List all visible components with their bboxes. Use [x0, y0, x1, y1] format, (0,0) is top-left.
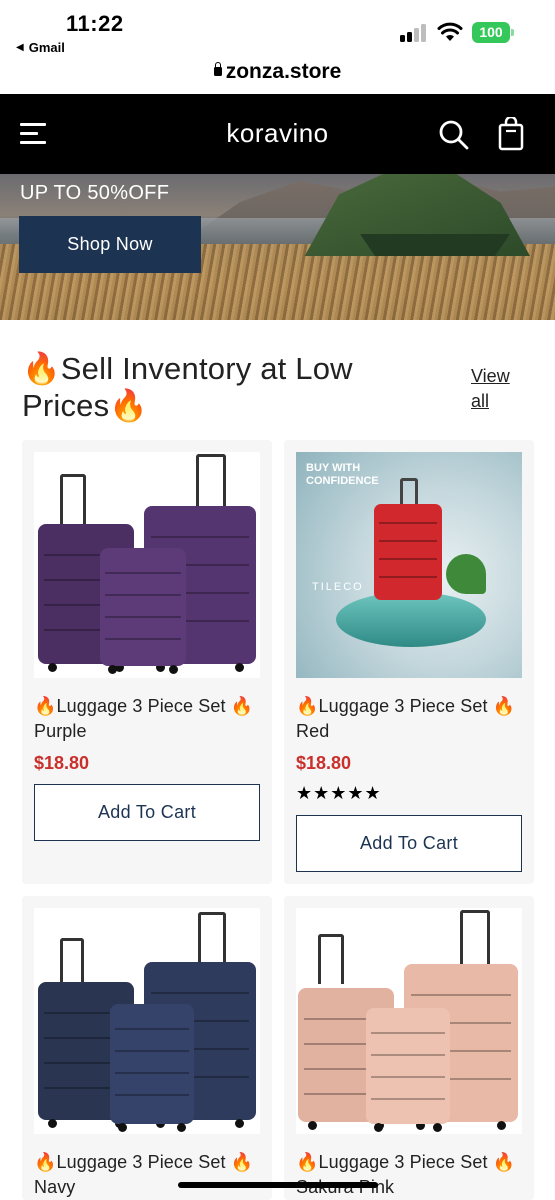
hero-headline: UP TO 50%OFF: [20, 182, 170, 204]
product-price: $18.80: [296, 753, 352, 773]
product-card[interactable]: 🔥Luggage 3 Piece Set 🔥Sakura Pink: [284, 896, 534, 1200]
store-header: koravino: [0, 94, 555, 174]
cellular-signal-icon: [400, 24, 428, 42]
menu-button[interactable]: [20, 121, 48, 147]
ad-brand: TILECO: [312, 581, 364, 593]
back-app-label: Gmail: [28, 40, 65, 55]
product-image[interactable]: [34, 452, 260, 678]
product-image[interactable]: [296, 908, 522, 1134]
status-bar: 11:22 ◀ Gmail 100: [0, 0, 555, 58]
add-to-cart-button[interactable]: Add To Cart: [34, 784, 260, 841]
shop-now-button[interactable]: Shop Now: [19, 216, 201, 273]
menu-icon: [20, 123, 46, 126]
search-icon[interactable]: [438, 119, 470, 151]
product-card[interactable]: BUY WITH CONFIDENCE TILECO 🔥Luggage 3 Pi…: [284, 440, 534, 884]
store-logo: koravino: [226, 118, 329, 148]
product-card[interactable]: 🔥Luggage 3 Piece Set 🔥Navy: [22, 896, 272, 1200]
ad-headline: BUY WITH CONFIDENCE: [306, 462, 379, 487]
back-to-app-button[interactable]: ◀ Gmail: [16, 40, 65, 55]
battery-icon: 100: [472, 22, 514, 43]
product-image[interactable]: BUY WITH CONFIDENCE TILECO: [296, 452, 522, 678]
url-text: zonza.store: [225, 60, 342, 83]
product-image[interactable]: [34, 908, 260, 1134]
wifi-icon: [437, 22, 463, 41]
product-price: $18.80: [34, 753, 90, 773]
rating-stars: ★★★★★: [296, 783, 382, 803]
back-triangle-icon: ◀: [16, 42, 24, 53]
hero-banner[interactable]: UP TO 50%OFF Shop Now: [0, 174, 555, 320]
add-to-cart-button[interactable]: Add To Cart: [296, 815, 522, 872]
product-title[interactable]: 🔥Luggage 3 Piece Set 🔥Sakura Pink: [296, 1150, 526, 1200]
status-time: 11:22: [66, 11, 124, 36]
view-all-link[interactable]: View all: [471, 364, 531, 414]
lock-icon: [213, 62, 222, 76]
product-title[interactable]: 🔥Luggage 3 Piece Set 🔥Purple: [34, 694, 264, 744]
home-indicator[interactable]: [178, 1182, 378, 1188]
address-bar[interactable]: zonza.store: [0, 58, 555, 94]
section-title: 🔥Sell Inventory at Low Prices🔥: [22, 351, 353, 423]
battery-level: 100: [472, 22, 510, 43]
product-title[interactable]: 🔥Luggage 3 Piece Set 🔥Red: [296, 694, 526, 744]
product-title[interactable]: 🔥Luggage 3 Piece Set 🔥Navy: [34, 1150, 264, 1200]
product-card[interactable]: 🔥Luggage 3 Piece Set 🔥Purple $18.80 Add …: [22, 440, 272, 884]
shopping-bag-icon[interactable]: [497, 117, 525, 151]
